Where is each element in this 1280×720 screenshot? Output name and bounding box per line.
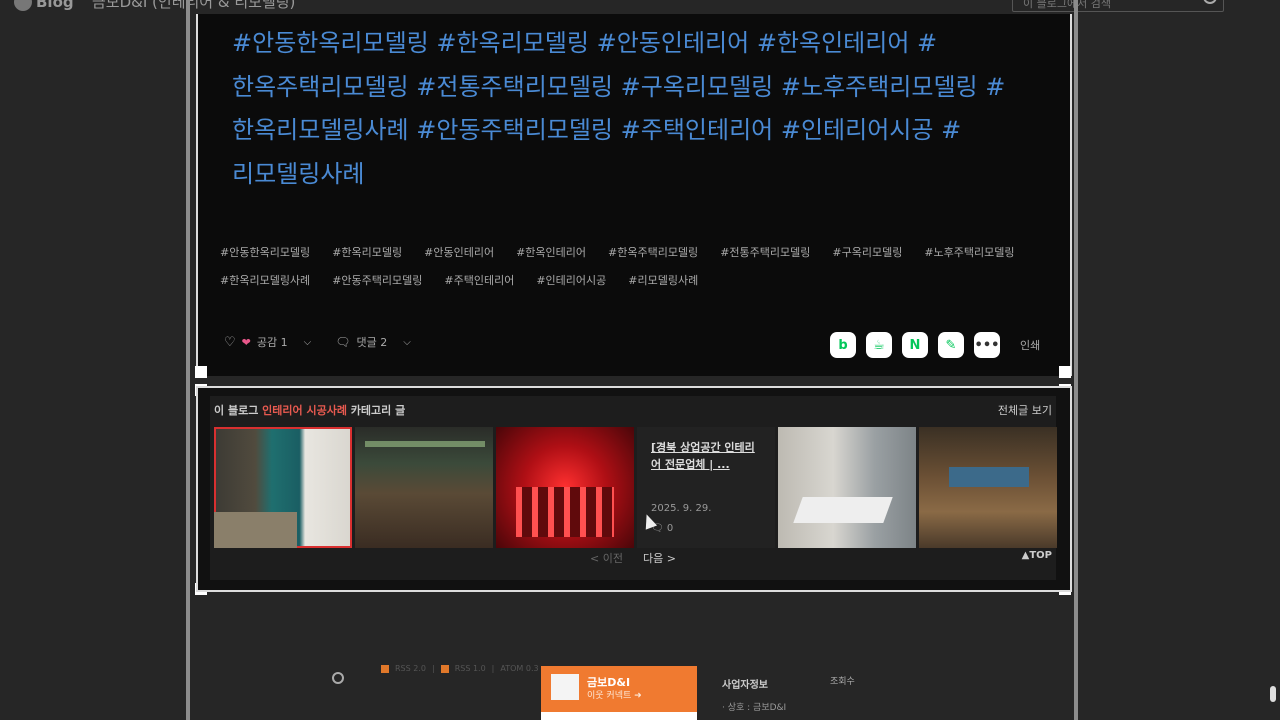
post-thumbnail[interactable] — [919, 427, 1057, 548]
post-actions: ♡ ❤ 공감 1 ⌵ 🗨 댓글 2 ⌵ — [224, 334, 429, 350]
comment-count: 0 — [666, 523, 674, 534]
share-cafe-button[interactable]: ☕ — [866, 332, 892, 358]
top-bar: Blog 금보D&I (인테리어 & 리모델링) 이 블로그에서 검색 — [0, 0, 1280, 14]
page-frame-right — [1074, 0, 1078, 720]
chevron-down-icon[interactable]: ⌵ — [304, 337, 312, 348]
tag-item[interactable]: #전통주택리모델링 — [720, 244, 810, 260]
liked-heart-icon: ❤ — [241, 335, 251, 349]
tag-item[interactable]: #한옥주택리모델링 — [608, 244, 698, 260]
post-thumbnail[interactable] — [355, 427, 493, 548]
next-button[interactable]: 다음 > — [643, 550, 676, 566]
tag-item[interactable]: #노후주택리모델링 — [924, 244, 1014, 260]
avatar — [551, 674, 579, 700]
rss-links: RSS 2.0 | RSS 1.0 | ATOM 0.3 — [381, 664, 539, 673]
print-button[interactable]: 인쇄 — [1020, 337, 1040, 353]
tag-list: #안동한옥리모델링 #한옥리모델링 #안동인테리어 #한옥인테리어 #한옥주택리… — [220, 244, 1060, 288]
views-label: 조회수 — [830, 677, 855, 687]
selection-handle[interactable] — [1059, 366, 1071, 378]
comment-button[interactable]: 댓글 2 — [356, 334, 387, 350]
search-placeholder: 이 블로그에서 검색 — [1023, 0, 1111, 10]
profile-widget-bottom — [541, 712, 697, 720]
search-icon[interactable] — [1203, 0, 1217, 4]
share-buttons: b ☕ N ✎ ••• 인쇄 — [830, 332, 1040, 358]
tag-item[interactable]: #한옥리모델링사례 — [220, 272, 310, 288]
post-card-title[interactable]: [경북 상업공간 인테리어 전문업체 | ... — [651, 439, 763, 473]
thumbnail-image — [214, 511, 297, 548]
blog-title[interactable]: 금보D&I (인테리어 & 리모델링) — [92, 0, 295, 12]
tag-item[interactable]: #한옥인테리어 — [516, 244, 586, 260]
rss-icon — [381, 664, 389, 673]
category-name-link[interactable]: 인테리어 시공사례 — [262, 404, 347, 417]
share-more-button[interactable]: ••• — [974, 332, 1000, 358]
like-button[interactable]: 공감 1 — [257, 334, 288, 350]
prev-button[interactable]: < 이전 — [590, 550, 623, 566]
category-pager: < 이전 다음 > — [590, 550, 676, 566]
category-posts-section: 이 블로그 인테리어 시공사례 카테고리 글 전체글 보기 [경북 상업공간 인… — [196, 386, 1072, 592]
share-keep-button[interactable]: N — [902, 332, 928, 358]
like-heart-icon[interactable]: ♡ — [224, 335, 236, 350]
tag-item[interactable]: #안동인테리어 — [424, 244, 494, 260]
tag-item[interactable]: #한옥리모델링 — [332, 244, 402, 260]
post-body: #안동한옥리모델링 #한옥리모델링 #안동인테리어 #한옥인테리어 #한옥주택리… — [196, 14, 1072, 376]
tag-item[interactable]: #안동한옥리모델링 — [220, 244, 310, 260]
blog-search-box[interactable]: 이 블로그에서 검색 — [1012, 0, 1224, 12]
tag-item[interactable]: #구옥리모델링 — [832, 244, 902, 260]
category-panel: 이 블로그 인테리어 시공사례 카테고리 글 전체글 보기 [경북 상업공간 인… — [210, 396, 1057, 580]
logo-text: Blog — [36, 0, 74, 11]
post-thumbnail[interactable] — [778, 427, 916, 548]
profile-widget[interactable]: 금보D&I 이웃 커넥트 ➜ — [541, 666, 697, 720]
rss-link[interactable]: ATOM 0.3 — [500, 664, 538, 673]
thumbnail-image — [949, 467, 1029, 487]
thumbnail-image — [516, 487, 614, 537]
category-suffix: 카테고리 글 — [350, 404, 406, 417]
scrollbar-thumb[interactable] — [1270, 686, 1276, 702]
post-thumbnails: [경북 상업공간 인테리어 전문업체 | ... 2025. 9. 29. 🗨 … — [214, 427, 1057, 548]
post-card-hover[interactable]: [경북 상업공간 인테리어 전문업체 | ... 2025. 9. 29. 🗨 … — [637, 427, 775, 548]
selection-handle[interactable] — [195, 366, 207, 378]
tag-item[interactable]: #안동주택리모델링 — [332, 272, 422, 288]
post-card-date: 2025. 9. 29. — [651, 503, 712, 514]
business-info-title: 사업자정보 — [722, 680, 768, 691]
search-icon[interactable] — [332, 672, 344, 684]
chevron-down-icon[interactable]: ⌵ — [403, 337, 411, 348]
tag-item[interactable]: #인테리어시공 — [536, 272, 606, 288]
share-blog-button[interactable]: b — [830, 332, 856, 358]
post-thumbnail[interactable] — [214, 427, 352, 548]
top-button[interactable]: ▲TOP — [1022, 550, 1052, 561]
tag-item[interactable]: #주택인테리어 — [444, 272, 514, 288]
comment-icon[interactable]: 🗨 — [335, 335, 350, 349]
hashtag-paragraph: #안동한옥리모델링 #한옥리모델링 #안동인테리어 #한옥인테리어 #한옥주택리… — [232, 29, 1006, 188]
rss-link[interactable]: RSS 2.0 — [395, 664, 426, 673]
naver-logo-icon — [14, 0, 32, 11]
post-thumbnail[interactable] — [496, 427, 634, 548]
category-prefix: 이 블로그 — [214, 404, 259, 417]
business-info-row: · 상호 : 금보D&I — [722, 703, 787, 713]
share-memo-button[interactable]: ✎ — [938, 332, 964, 358]
thumbnail-image — [365, 441, 485, 447]
category-heading: 이 블로그 인테리어 시공사례 카테고리 글 — [214, 402, 405, 418]
rss-icon — [440, 664, 449, 673]
thumbnail-image — [793, 497, 893, 523]
blog-logo[interactable]: Blog — [14, 0, 74, 11]
view-all-link[interactable]: 전체글 보기 — [998, 402, 1052, 418]
neighbor-connect-link[interactable]: 이웃 커넥트 ➜ — [587, 688, 642, 701]
rss-link[interactable]: RSS 1.0 — [455, 664, 486, 673]
page-frame-left — [186, 0, 190, 720]
tag-item[interactable]: #리모델링사례 — [628, 272, 698, 288]
neighbor-connect-label: 이웃 커넥트 — [587, 691, 632, 701]
